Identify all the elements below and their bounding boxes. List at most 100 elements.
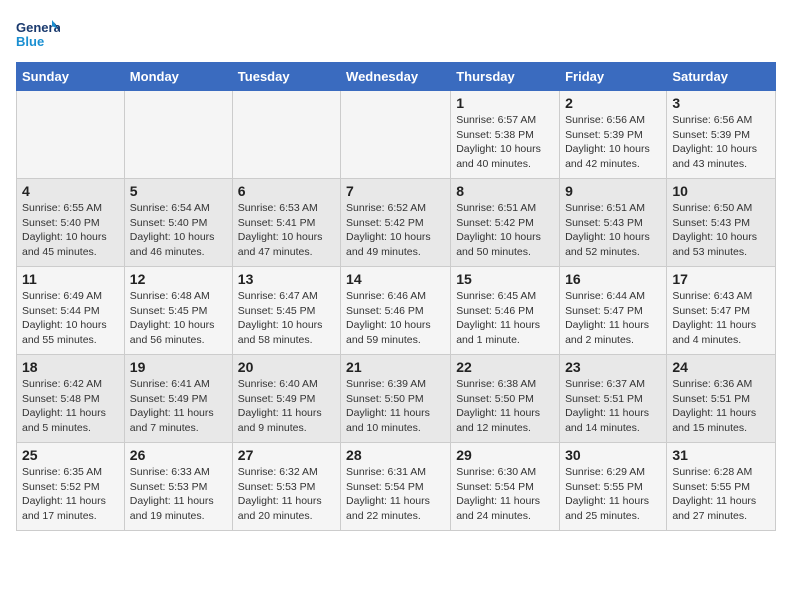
day-info: Sunrise: 6:55 AM Sunset: 5:40 PM Dayligh… (22, 201, 119, 260)
day-cell: 12 Sunrise: 6:48 AM Sunset: 5:45 PM Dayli… (124, 267, 232, 355)
day-info: Sunrise: 6:48 AM Sunset: 5:45 PM Dayligh… (130, 289, 227, 348)
day-info: Sunrise: 6:46 AM Sunset: 5:46 PM Dayligh… (346, 289, 445, 348)
day-cell: 2 Sunrise: 6:56 AM Sunset: 5:39 PM Daylig… (560, 91, 667, 179)
day-info: Sunrise: 6:51 AM Sunset: 5:43 PM Dayligh… (565, 201, 661, 260)
weekday-header-row: SundayMondayTuesdayWednesdayThursdayFrid… (17, 63, 776, 91)
day-info: Sunrise: 6:38 AM Sunset: 5:50 PM Dayligh… (456, 377, 554, 436)
day-cell: 29Sunrise: 6:30 AM Sunset: 5:54 PM Dayli… (451, 443, 560, 531)
day-info: Sunrise: 6:52 AM Sunset: 5:42 PM Dayligh… (346, 201, 445, 260)
day-info: Sunrise: 6:45 AM Sunset: 5:46 PM Dayligh… (456, 289, 554, 348)
week-row-1: 1 Sunrise: 6:57 AM Sunset: 5:38 PM Daylig… (17, 91, 776, 179)
logo: General Blue (16, 16, 64, 52)
day-number: 6 (238, 183, 335, 199)
day-cell: 23 Sunrise: 6:37 AM Sunset: 5:51 PM Dayli… (560, 355, 667, 443)
day-info: Sunrise: 6:56 AM Sunset: 5:39 PM Dayligh… (565, 113, 661, 172)
day-number: 17 (672, 271, 770, 287)
day-info: Sunrise: 6:56 AM Sunset: 5:39 PM Dayligh… (672, 113, 770, 172)
day-info: Sunrise: 6:31 AM Sunset: 5:54 PM Dayligh… (346, 465, 445, 524)
day-number: 21 (346, 359, 445, 375)
day-info: Sunrise: 6:44 AM Sunset: 5:47 PM Dayligh… (565, 289, 661, 348)
day-number: 9 (565, 183, 661, 199)
day-info: Sunrise: 6:37 AM Sunset: 5:51 PM Dayligh… (565, 377, 661, 436)
day-cell: 21Sunrise: 6:39 AM Sunset: 5:50 PM Dayli… (341, 355, 451, 443)
day-number: 18 (22, 359, 119, 375)
day-info: Sunrise: 6:50 AM Sunset: 5:43 PM Dayligh… (672, 201, 770, 260)
day-number: 30 (565, 447, 661, 463)
day-cell: 28 Sunrise: 6:31 AM Sunset: 5:54 PM Dayli… (341, 443, 451, 531)
day-number: 22 (456, 359, 554, 375)
day-cell (124, 91, 232, 179)
day-cell: 7 Sunrise: 6:52 AM Sunset: 5:42 PM Daylig… (341, 179, 451, 267)
day-number: 15 (456, 271, 554, 287)
day-cell: 3 Sunrise: 6:56 AM Sunset: 5:39 PM Daylig… (667, 91, 776, 179)
day-cell: 18 Sunrise: 6:42 AM Sunset: 5:48 PM Dayli… (17, 355, 125, 443)
day-cell (17, 91, 125, 179)
day-cell: 30 Sunrise: 6:29 AM Sunset: 5:55 PM Dayli… (560, 443, 667, 531)
day-number: 2 (565, 95, 661, 111)
day-info: Sunrise: 6:41 AM Sunset: 5:49 PM Dayligh… (130, 377, 227, 436)
header: General Blue (16, 16, 776, 52)
day-cell (341, 91, 451, 179)
day-info: Sunrise: 6:49 AM Sunset: 5:44 PM Dayligh… (22, 289, 119, 348)
day-number: 14 (346, 271, 445, 287)
day-cell: 11 Sunrise: 6:49 AM Sunset: 5:44 PM Dayli… (17, 267, 125, 355)
day-number: 4 (22, 183, 119, 199)
day-info: Sunrise: 6:51 AM Sunset: 5:42 PM Dayligh… (456, 201, 554, 260)
day-number: 24 (672, 359, 770, 375)
day-info: Sunrise: 6:40 AM Sunset: 5:49 PM Dayligh… (238, 377, 335, 436)
day-cell: 19Sunrise: 6:41 AM Sunset: 5:49 PM Dayli… (124, 355, 232, 443)
day-number: 10 (672, 183, 770, 199)
day-cell: 14 Sunrise: 6:46 AM Sunset: 5:46 PM Dayli… (341, 267, 451, 355)
day-number: 11 (22, 271, 119, 287)
day-cell: 8Sunrise: 6:51 AM Sunset: 5:42 PM Daylig… (451, 179, 560, 267)
day-cell (232, 91, 340, 179)
week-row-4: 18 Sunrise: 6:42 AM Sunset: 5:48 PM Dayli… (17, 355, 776, 443)
day-number: 1 (456, 95, 554, 111)
day-cell: 9 Sunrise: 6:51 AM Sunset: 5:43 PM Daylig… (560, 179, 667, 267)
day-number: 12 (130, 271, 227, 287)
weekday-header-wednesday: Wednesday (341, 63, 451, 91)
day-cell: 15 Sunrise: 6:45 AM Sunset: 5:46 PM Dayli… (451, 267, 560, 355)
week-row-3: 11 Sunrise: 6:49 AM Sunset: 5:44 PM Dayli… (17, 267, 776, 355)
day-number: 29 (456, 447, 554, 463)
week-row-5: 25Sunrise: 6:35 AM Sunset: 5:52 PM Dayli… (17, 443, 776, 531)
day-info: Sunrise: 6:32 AM Sunset: 5:53 PM Dayligh… (238, 465, 335, 524)
day-cell: 17 Sunrise: 6:43 AM Sunset: 5:47 PM Dayli… (667, 267, 776, 355)
day-cell: 13 Sunrise: 6:47 AM Sunset: 5:45 PM Dayli… (232, 267, 340, 355)
day-number: 26 (130, 447, 227, 463)
day-number: 13 (238, 271, 335, 287)
day-number: 7 (346, 183, 445, 199)
day-cell: 24Sunrise: 6:36 AM Sunset: 5:51 PM Dayli… (667, 355, 776, 443)
day-info: Sunrise: 6:43 AM Sunset: 5:47 PM Dayligh… (672, 289, 770, 348)
logo-icon: General Blue (16, 16, 60, 52)
weekday-header-monday: Monday (124, 63, 232, 91)
day-number: 3 (672, 95, 770, 111)
day-cell: 5Sunrise: 6:54 AM Sunset: 5:40 PM Daylig… (124, 179, 232, 267)
day-number: 28 (346, 447, 445, 463)
day-cell: 16 Sunrise: 6:44 AM Sunset: 5:47 PM Dayli… (560, 267, 667, 355)
weekday-header-tuesday: Tuesday (232, 63, 340, 91)
day-cell: 27Sunrise: 6:32 AM Sunset: 5:53 PM Dayli… (232, 443, 340, 531)
svg-text:Blue: Blue (16, 34, 44, 49)
day-info: Sunrise: 6:42 AM Sunset: 5:48 PM Dayligh… (22, 377, 119, 436)
day-number: 23 (565, 359, 661, 375)
weekday-header-sunday: Sunday (17, 63, 125, 91)
day-number: 16 (565, 271, 661, 287)
day-info: Sunrise: 6:33 AM Sunset: 5:53 PM Dayligh… (130, 465, 227, 524)
day-info: Sunrise: 6:29 AM Sunset: 5:55 PM Dayligh… (565, 465, 661, 524)
day-info: Sunrise: 6:47 AM Sunset: 5:45 PM Dayligh… (238, 289, 335, 348)
day-cell: 20Sunrise: 6:40 AM Sunset: 5:49 PM Dayli… (232, 355, 340, 443)
day-cell: 22 Sunrise: 6:38 AM Sunset: 5:50 PM Dayli… (451, 355, 560, 443)
day-cell: 25Sunrise: 6:35 AM Sunset: 5:52 PM Dayli… (17, 443, 125, 531)
day-info: Sunrise: 6:57 AM Sunset: 5:38 PM Dayligh… (456, 113, 554, 172)
weekday-header-saturday: Saturday (667, 63, 776, 91)
day-number: 5 (130, 183, 227, 199)
week-row-2: 4 Sunrise: 6:55 AM Sunset: 5:40 PM Daylig… (17, 179, 776, 267)
day-info: Sunrise: 6:35 AM Sunset: 5:52 PM Dayligh… (22, 465, 119, 524)
day-cell: 31 Sunrise: 6:28 AM Sunset: 5:55 PM Dayli… (667, 443, 776, 531)
day-cell: 4 Sunrise: 6:55 AM Sunset: 5:40 PM Daylig… (17, 179, 125, 267)
day-number: 31 (672, 447, 770, 463)
day-info: Sunrise: 6:53 AM Sunset: 5:41 PM Dayligh… (238, 201, 335, 260)
day-info: Sunrise: 6:28 AM Sunset: 5:55 PM Dayligh… (672, 465, 770, 524)
day-cell: 6 Sunrise: 6:53 AM Sunset: 5:41 PM Daylig… (232, 179, 340, 267)
